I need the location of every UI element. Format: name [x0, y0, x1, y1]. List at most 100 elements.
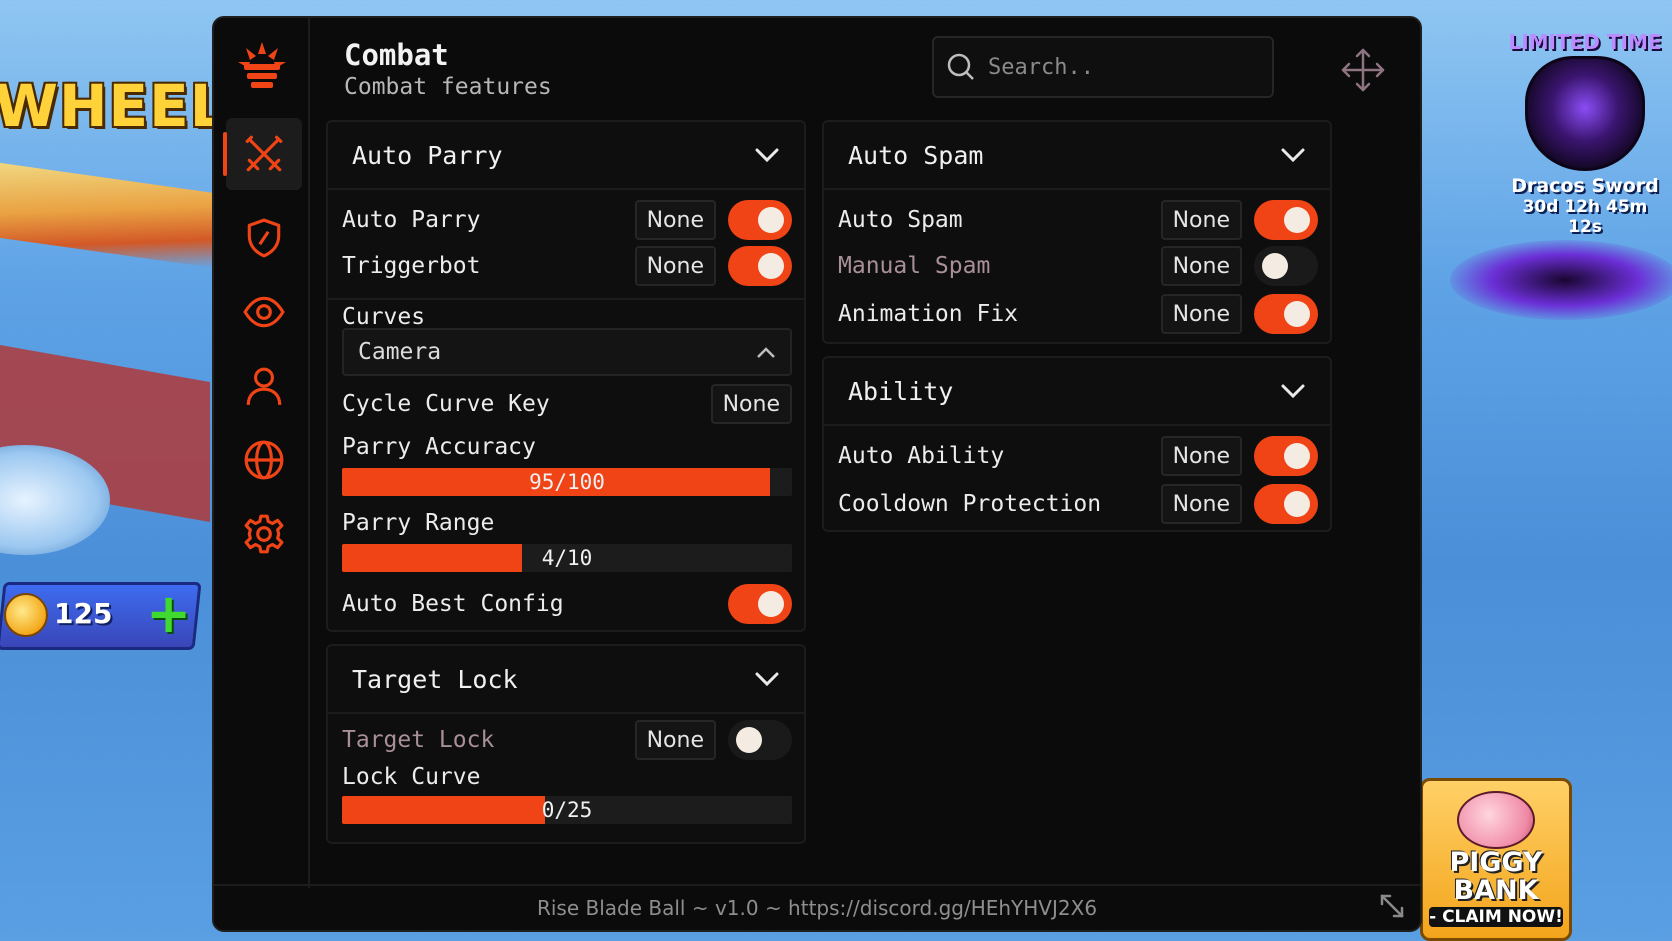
auto-best-config-label: Auto Best Config [342, 591, 564, 617]
auto-spam-panel: Auto Spam Auto Spam None Manual Spam Non… [822, 120, 1332, 344]
sidebar-item-visuals[interactable] [226, 276, 302, 348]
sidebar-item-defense[interactable] [226, 202, 302, 274]
auto-parry-keybind[interactable]: None [634, 200, 716, 240]
piggy-bank-button[interactable]: PIGGY BANK - CLAIM NOW! [1420, 778, 1572, 941]
search-box[interactable] [932, 36, 1274, 98]
sidebar-item-player[interactable] [226, 350, 302, 422]
footer-text: Rise Blade Ball ~ v1.0 ~ https://discord… [536, 896, 1098, 920]
curves-label: Curves [342, 304, 426, 330]
piggy-line1: PIGGY [1449, 847, 1543, 878]
parry-accuracy-label: Parry Accuracy [342, 434, 536, 460]
animation-fix-toggle[interactable] [1254, 294, 1318, 334]
search-input[interactable] [988, 54, 1258, 80]
auto-spam-title: Auto Spam [848, 140, 984, 170]
target-lock-title: Target Lock [352, 664, 518, 694]
user-icon [246, 367, 282, 406]
target-lock-panel: Target Lock Target Lock None Lock Curve … [326, 644, 806, 844]
background-fire-streak [0, 162, 215, 269]
auto-spam-keybind[interactable]: None [1160, 200, 1242, 240]
chevron-up-icon [757, 347, 775, 358]
auto-parry-panel: Auto Parry Auto Parry None Triggerbot No… [326, 120, 806, 632]
auto-parry-header[interactable]: Auto Parry [328, 122, 804, 190]
curves-dropdown[interactable]: Camera [342, 328, 792, 376]
parry-range-label: Parry Range [342, 510, 495, 536]
promo-badge: LIMITED TIME [1508, 30, 1662, 54]
page-title: Combat [344, 38, 449, 72]
cooldown-protection-keybind[interactable]: None [1160, 484, 1242, 524]
auto-parry-toggle[interactable] [728, 200, 792, 240]
curves-selected: Camera [358, 339, 442, 365]
cooldown-protection-row: Cooldown Protection None [838, 484, 1318, 524]
manual-spam-label: Manual Spam [838, 253, 991, 279]
animation-fix-label: Animation Fix [838, 301, 1019, 327]
manual-spam-row: Manual Spam None [838, 246, 1318, 286]
logo-icon [238, 42, 286, 88]
sword-icon [1525, 56, 1645, 171]
animation-fix-keybind[interactable]: None [1160, 294, 1242, 334]
coin-icon [4, 593, 48, 637]
lock-curve-slider[interactable]: 0/25 [342, 796, 792, 824]
move-icon[interactable] [1339, 46, 1387, 94]
lock-curve-value: 0/25 [541, 798, 593, 822]
target-lock-header[interactable]: Target Lock [328, 646, 804, 714]
target-lock-row: Target Lock None [342, 720, 792, 760]
auto-spam-header[interactable]: Auto Spam [824, 122, 1330, 190]
cycle-curve-row: Cycle Curve Key None [342, 384, 792, 424]
auto-ability-label: Auto Ability [838, 443, 1005, 469]
eye-icon [243, 296, 285, 328]
script-window: Combat Combat features Auto Parry Auto P… [212, 16, 1422, 932]
cycle-curve-keybind[interactable]: None [710, 384, 792, 424]
piggy-cta: - CLAIM NOW! [1429, 907, 1563, 927]
resize-icon[interactable] [1378, 892, 1406, 920]
chevron-down-icon [1281, 148, 1305, 163]
background-portal [1450, 240, 1672, 320]
auto-parry-title: Auto Parry [352, 140, 503, 170]
page-subtitle: Combat features [344, 74, 552, 100]
cooldown-protection-toggle[interactable] [1254, 484, 1318, 524]
auto-ability-keybind[interactable]: None [1160, 436, 1242, 476]
gear-icon [244, 514, 284, 554]
manual-spam-toggle[interactable] [1254, 246, 1318, 286]
promo-item-name: Dracos Sword [1511, 175, 1659, 197]
swords-icon [245, 135, 283, 172]
lock-curve-label: Lock Curve [342, 764, 481, 790]
triggerbot-toggle[interactable] [728, 246, 792, 286]
shield-icon [247, 218, 281, 258]
cycle-curve-label: Cycle Curve Key [342, 391, 550, 417]
chevron-down-icon [755, 148, 779, 163]
chevron-down-icon [1281, 384, 1305, 399]
ability-panel: Ability Auto Ability None Cooldown Prote… [822, 356, 1332, 532]
auto-best-config-toggle[interactable] [728, 584, 792, 624]
parry-accuracy-slider[interactable]: 95/100 [342, 468, 792, 496]
sidebar [214, 18, 310, 888]
target-lock-keybind[interactable]: None [634, 720, 716, 760]
animation-fix-row: Animation Fix None [838, 294, 1318, 334]
triggerbot-row: Triggerbot None [342, 246, 792, 286]
auto-spam-toggle[interactable] [1254, 200, 1318, 240]
triggerbot-label: Triggerbot [342, 253, 481, 279]
sidebar-item-settings[interactable] [226, 498, 302, 570]
cooldown-protection-label: Cooldown Protection [838, 491, 1102, 517]
add-coins-button[interactable]: + [146, 587, 191, 641]
auto-best-config-row: Auto Best Config [342, 584, 792, 624]
sidebar-item-world[interactable] [226, 424, 302, 496]
ability-header[interactable]: Ability [824, 358, 1330, 426]
auto-spam-row: Auto Spam None [838, 200, 1318, 240]
target-lock-toggle[interactable] [728, 720, 792, 760]
parry-range-value: 4/10 [541, 546, 593, 570]
limited-time-promo[interactable]: LIMITED TIME Dracos Sword 30d 12h 45m 12… [1505, 30, 1665, 237]
triggerbot-keybind[interactable]: None [634, 246, 716, 286]
chevron-down-icon [755, 672, 779, 687]
piggy-icon [1457, 791, 1535, 849]
parry-range-slider[interactable]: 4/10 [342, 544, 792, 572]
manual-spam-keybind[interactable]: None [1160, 246, 1242, 286]
auto-parry-label: Auto Parry [342, 207, 481, 233]
footer: Rise Blade Ball ~ v1.0 ~ https://discord… [214, 884, 1420, 930]
promo-timer: 30d 12h 45m 12s [1522, 197, 1648, 237]
search-icon [947, 53, 974, 80]
auto-parry-row: Auto Parry None [342, 200, 792, 240]
piggy-line2: BANK [1453, 875, 1539, 906]
sidebar-item-combat[interactable] [223, 118, 302, 190]
target-lock-label: Target Lock [342, 727, 495, 753]
auto-ability-toggle[interactable] [1254, 436, 1318, 476]
